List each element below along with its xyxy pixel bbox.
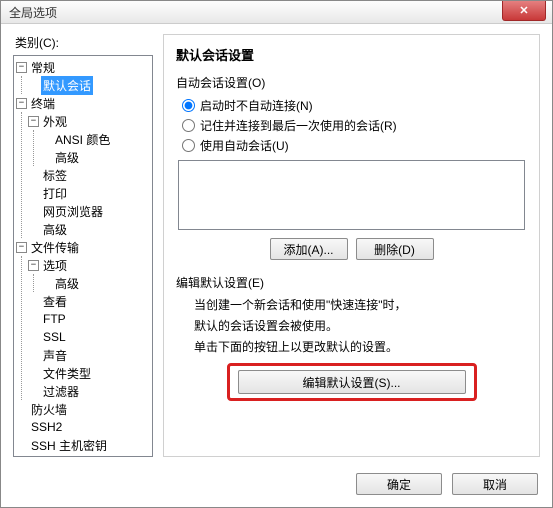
tree-item-ansi-color[interactable]: ANSI 颜色 bbox=[40, 130, 150, 148]
tree-label: 标签 bbox=[41, 166, 69, 185]
tree-item-ftp[interactable]: FTP bbox=[28, 310, 150, 328]
tree-label: 选项 bbox=[41, 256, 69, 275]
tree-label: ANSI 颜色 bbox=[53, 130, 112, 149]
dialog-window: 全局选项 类别(C): − 常规 默认会话 bbox=[0, 0, 553, 508]
collapse-icon[interactable]: − bbox=[16, 242, 27, 253]
description-line: 单击下面的按钮上以更改默认的设置。 bbox=[194, 339, 527, 356]
tree-item-tabs[interactable]: 标签 bbox=[28, 166, 150, 184]
tree-item-file-types[interactable]: 文件类型 bbox=[28, 364, 150, 382]
tree-item-view[interactable]: 查看 bbox=[28, 292, 150, 310]
radio-label: 启动时不自动连接(N) bbox=[200, 97, 313, 114]
tree-label: SSH 主机密钥 bbox=[29, 436, 109, 455]
tree-item-advanced2[interactable]: 高级 bbox=[28, 220, 150, 238]
tree-item-general[interactable]: − 常规 bbox=[16, 58, 150, 76]
tree-label: 终端 bbox=[29, 94, 57, 113]
cancel-button[interactable]: 取消 bbox=[452, 473, 538, 495]
tree-label: 网页浏览器 bbox=[41, 202, 105, 221]
left-column: 类别(C): − 常规 默认会话 − 终端 bbox=[13, 34, 153, 457]
tree-label: 高级 bbox=[53, 148, 81, 167]
tree-label: 常规 bbox=[29, 58, 57, 77]
radio-remember-last[interactable]: 记住并连接到最后一次使用的会话(R) bbox=[182, 117, 527, 134]
tree-item-ssl[interactable]: SSL bbox=[28, 328, 150, 346]
tree-item-file-transfer[interactable]: − 文件传输 bbox=[16, 238, 150, 256]
tree-label: 高级 bbox=[41, 220, 69, 239]
edit-default-settings-button[interactable]: 编辑默认设置(S)... bbox=[238, 370, 466, 394]
add-button[interactable]: 添加(A)... bbox=[270, 238, 348, 260]
tree-item-advanced[interactable]: 高级 bbox=[40, 148, 150, 166]
collapse-icon[interactable]: − bbox=[28, 116, 39, 127]
tree-item-ssh2[interactable]: SSH2 bbox=[16, 418, 150, 436]
tree-label: 默认会话 bbox=[41, 76, 93, 95]
tree-item-web-browser[interactable]: 网页浏览器 bbox=[28, 202, 150, 220]
tree-item-filters[interactable]: 过滤器 bbox=[28, 382, 150, 400]
ok-button[interactable]: 确定 bbox=[356, 473, 442, 495]
tree-item-firewall[interactable]: 防火墙 bbox=[16, 400, 150, 418]
description-line: 默认的会话设置会被使用。 bbox=[194, 318, 527, 335]
tree-label: 外观 bbox=[41, 112, 69, 131]
tree-item-terminal[interactable]: − 终端 bbox=[16, 94, 150, 112]
tree-label: 声音 bbox=[41, 346, 69, 365]
tree-item-options[interactable]: − 选项 bbox=[28, 256, 150, 274]
tree-item-advanced3[interactable]: 高级 bbox=[40, 274, 150, 292]
panel-title: 默认会话设置 bbox=[176, 45, 527, 64]
session-list[interactable] bbox=[178, 160, 525, 230]
tree-item-sound[interactable]: 声音 bbox=[28, 346, 150, 364]
tree-label: SSL bbox=[41, 329, 68, 345]
dialog-footer: 确定 取消 bbox=[1, 465, 552, 507]
tree-label: FTP bbox=[41, 311, 68, 327]
tree-item-ssh-host-keys[interactable]: SSH 主机密钥 bbox=[16, 436, 150, 454]
radio-label: 记住并连接到最后一次使用的会话(R) bbox=[200, 117, 397, 134]
collapse-icon[interactable]: − bbox=[28, 260, 39, 271]
titlebar: 全局选项 bbox=[1, 1, 552, 24]
radio-use-auto-session[interactable]: 使用自动会话(U) bbox=[182, 137, 527, 154]
content-area: 类别(C): − 常规 默认会话 − 终端 bbox=[1, 24, 552, 465]
collapse-icon[interactable]: − bbox=[16, 62, 27, 73]
tree-label: 文件传输 bbox=[29, 238, 81, 257]
list-button-row: 添加(A)... 删除(D) bbox=[176, 238, 527, 260]
tree-item-default-session[interactable]: 默认会话 bbox=[28, 76, 150, 94]
radio-label: 使用自动会话(U) bbox=[200, 137, 289, 154]
radio-input[interactable] bbox=[182, 99, 195, 112]
tree-label: 高级 bbox=[53, 274, 81, 293]
auto-session-label: 自动会话设置(O) bbox=[176, 74, 527, 91]
description-line: 当创建一个新会话和使用"快速连接"时， bbox=[194, 297, 527, 314]
tree-item-print[interactable]: 打印 bbox=[28, 184, 150, 202]
category-label: 类别(C): bbox=[13, 34, 153, 51]
tree-label: 防火墙 bbox=[29, 400, 69, 419]
window-title: 全局选项 bbox=[9, 4, 57, 21]
collapse-icon[interactable]: − bbox=[16, 98, 27, 109]
group-box: 默认会话设置 自动会话设置(O) 启动时不自动连接(N) 记住并连接到最后一次使… bbox=[163, 34, 540, 457]
tree-item-appearance[interactable]: − 外观 bbox=[28, 112, 150, 130]
tree-label: 打印 bbox=[41, 184, 69, 203]
close-icon[interactable] bbox=[502, 1, 546, 21]
edit-default-label: 编辑默认设置(E) bbox=[176, 274, 527, 291]
delete-button[interactable]: 删除(D) bbox=[356, 238, 434, 260]
tree-label: 查看 bbox=[41, 292, 69, 311]
settings-panel: 默认会话设置 自动会话设置(O) 启动时不自动连接(N) 记住并连接到最后一次使… bbox=[163, 34, 540, 457]
category-tree[interactable]: − 常规 默认会话 − 终端 bbox=[13, 55, 153, 457]
radio-no-auto-connect[interactable]: 启动时不自动连接(N) bbox=[182, 97, 527, 114]
tree-label: 过滤器 bbox=[41, 382, 81, 401]
radio-input[interactable] bbox=[182, 119, 195, 132]
tree-label: SSH2 bbox=[29, 419, 64, 435]
tree-label: 文件类型 bbox=[41, 364, 93, 383]
highlight-frame: 编辑默认设置(S)... bbox=[227, 363, 477, 401]
radio-input[interactable] bbox=[182, 139, 195, 152]
